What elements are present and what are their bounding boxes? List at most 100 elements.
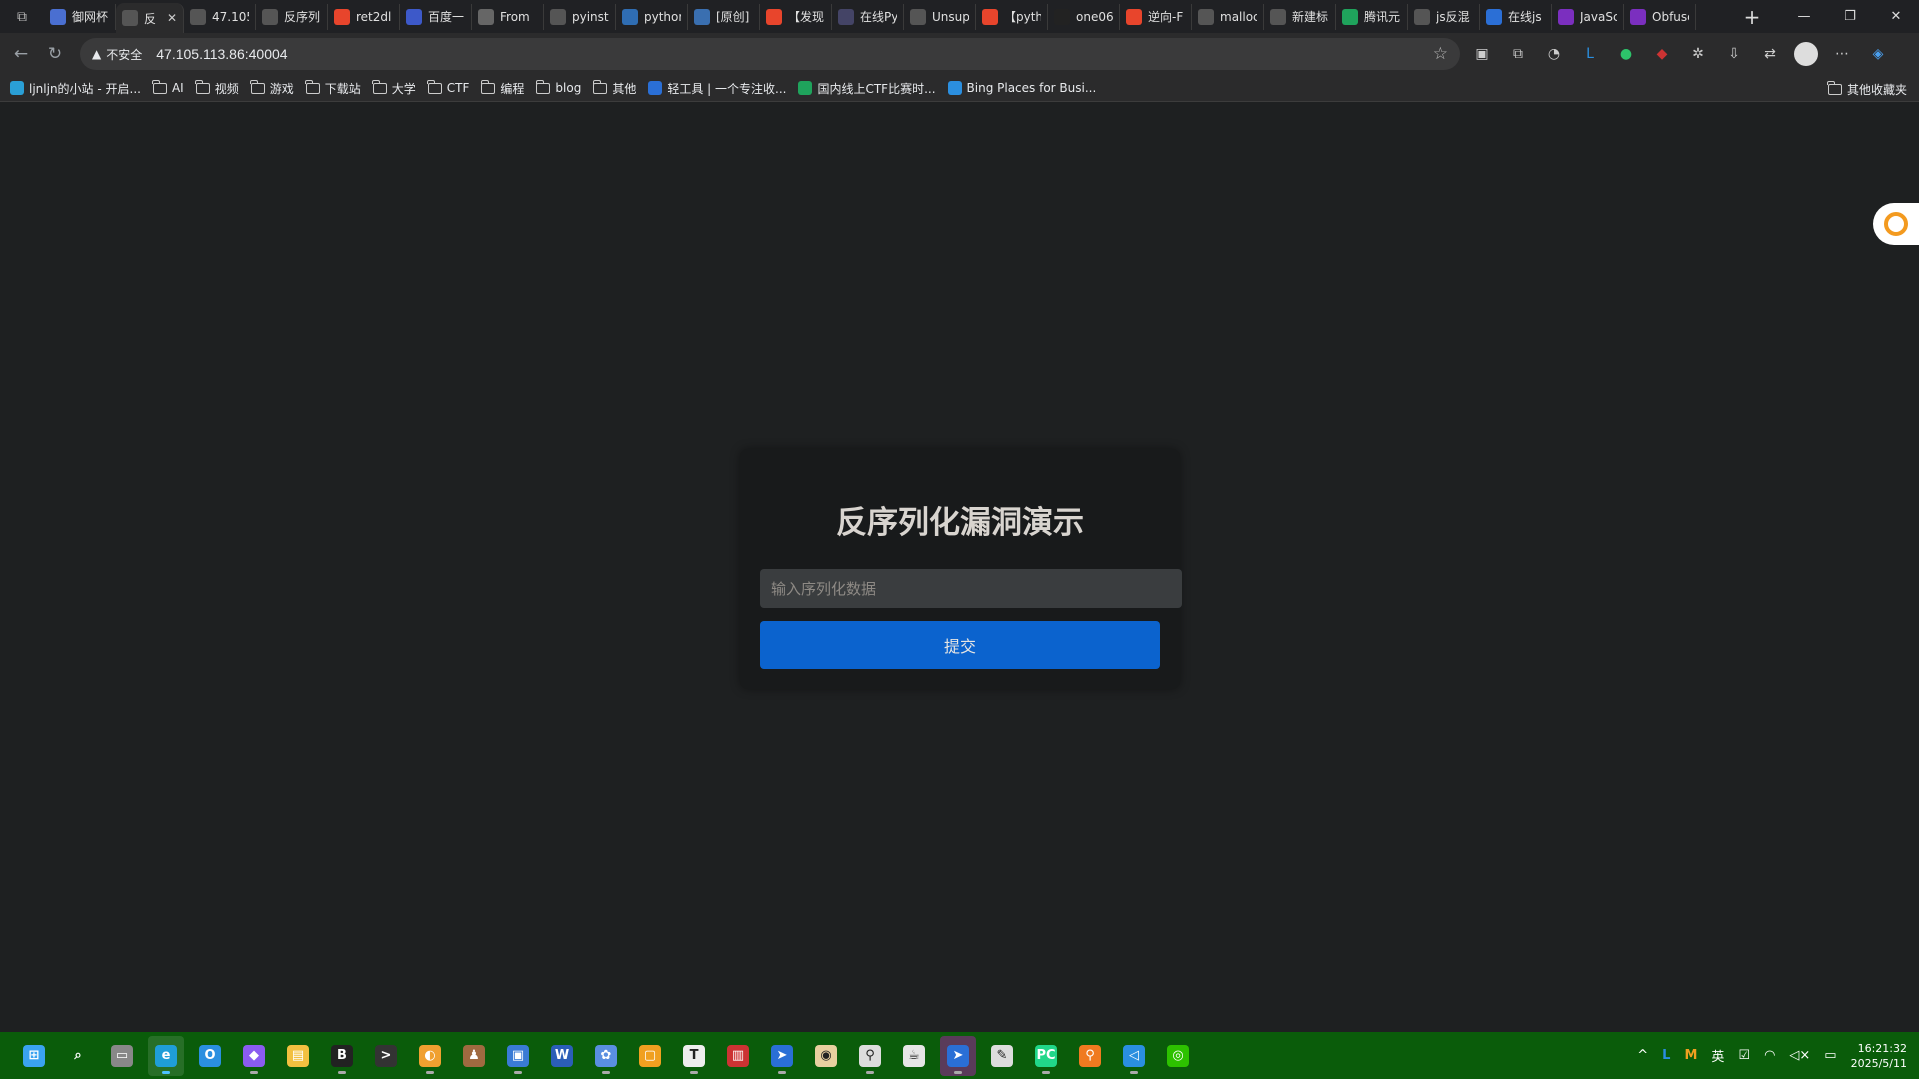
taskbar-app[interactable]: ◐ [412,1036,448,1076]
submit-button[interactable]: 提交 [760,621,1160,669]
battery-icon[interactable]: ▭ [1824,1048,1836,1063]
browser-tab[interactable]: Unsup [904,3,976,30]
bookmark-link[interactable]: 轻工具 | 一个专注收... [648,80,786,97]
bookmark-folder[interactable]: blog [535,79,581,95]
taskbar-app[interactable]: O [192,1036,228,1076]
url-text[interactable]: 47.105.113.86:40004 [156,46,287,62]
browser-tab[interactable]: js反混 [1408,3,1480,30]
extensions-puzzle-icon[interactable]: ✲ [1684,40,1712,68]
browser-tab[interactable]: JavaSc [1552,3,1624,30]
browser-tab[interactable]: 【pyth [976,3,1048,30]
taskbar-app[interactable]: e [148,1035,184,1076]
browser-tab[interactable]: one06 [1048,3,1120,30]
more-menu-icon[interactable]: ⋯ [1828,40,1856,68]
bookmark-folder[interactable]: CTF [427,79,469,95]
taskbar-app[interactable]: ⊞ [16,1036,52,1076]
bookmark-folder[interactable]: 下载站 [305,79,361,97]
browser-tab[interactable]: 反序列 [256,3,328,30]
bookmark-folder[interactable]: 其他 [592,79,636,97]
taskbar-app[interactable]: ➤ [940,1035,976,1076]
taskbar-app[interactable]: ◆ [236,1036,272,1076]
tray-l-icon[interactable]: L [1662,1048,1670,1063]
bookmark-star-icon[interactable]: ☆ [1433,44,1448,64]
taskbar-app[interactable]: ▢ [632,1036,668,1076]
taskbar-app[interactable]: ▭ [104,1036,140,1076]
bookmark-folder[interactable]: 大学 [372,79,416,97]
taskbar-app[interactable]: W [544,1036,580,1076]
reload-button[interactable]: ↻ [38,37,72,71]
taskbar-app[interactable]: ⚲ [852,1036,888,1076]
taskbar-app[interactable]: ✿ [588,1036,624,1076]
floating-sidebar-button[interactable] [1873,203,1919,245]
workspaces-icon[interactable]: ⧉ [0,0,44,33]
wifi-icon[interactable]: ◠ [1764,1048,1775,1063]
extension-glasses-icon[interactable]: ◔ [1540,40,1568,68]
browser-tab[interactable]: 【发现 [760,3,832,30]
ime-indicator[interactable]: 英 [1711,1046,1724,1065]
browser-tab[interactable]: 百度一 [400,3,472,30]
extension-green-icon[interactable]: ● [1612,40,1640,68]
bookmark-folder[interactable]: 视频 [195,79,239,97]
reader-icon[interactable]: ▣ [1468,40,1496,68]
taskbar-app[interactable]: ✎ [984,1036,1020,1076]
close-tab-icon[interactable]: ✕ [167,11,177,25]
ublock-icon[interactable]: ◆ [1648,40,1676,68]
share-icon[interactable]: ⇄ [1756,40,1784,68]
bookmark-folder[interactable]: 编程 [480,79,524,97]
bookmark-link[interactable]: 国内线上CTF比赛时... [798,80,936,97]
browser-tab[interactable]: ret2dl [328,3,400,30]
serialized-data-input[interactable] [760,569,1182,608]
browser-tab[interactable]: pyinst [544,3,616,30]
collections-icon[interactable]: ⧉ [1504,40,1532,68]
taskbar-app[interactable]: ⌕ [60,1036,96,1076]
taskbar-app[interactable]: ⚲ [1072,1036,1108,1076]
taskbar-app[interactable]: ➤ [764,1036,800,1076]
browser-tab[interactable]: From [472,3,544,30]
tray-m-icon[interactable]: M [1684,1048,1697,1063]
browser-tab[interactable]: pythor [616,3,688,30]
tray-check-icon[interactable]: ☑ [1738,1048,1750,1063]
taskbar-app[interactable]: T [676,1036,712,1076]
taskbar-app[interactable]: ◉ [808,1036,844,1076]
new-tab-button[interactable]: + [1734,3,1770,31]
taskbar-app[interactable]: ▣ [500,1036,536,1076]
browser-tab[interactable]: Obfusc [1624,3,1696,30]
browser-tab[interactable]: 47.105 [184,3,256,30]
browser-tab[interactable]: 在线js [1480,3,1552,30]
browser-tab[interactable]: 逆向-F [1120,3,1192,30]
browser-tab[interactable]: [原创] [688,3,760,30]
other-bookmarks-folder[interactable]: 其他收藏夹 [1827,81,1907,98]
taskbar-app[interactable]: ▤ [280,1036,316,1076]
bookmark-folder[interactable]: AI [152,79,184,95]
taskbar-app[interactable]: ◁ [1116,1036,1152,1076]
browser-tab[interactable]: 御网杯 [44,3,116,30]
bookmark-link[interactable]: Bing Places for Busi... [947,81,1096,95]
address-bar[interactable]: ▲ 不安全 47.105.113.86:40004 ☆ [80,38,1460,70]
browser-tab[interactable]: 新建标 [1264,3,1336,30]
bookmark-folder[interactable]: 游戏 [250,79,294,97]
profile-avatar[interactable] [1792,40,1820,68]
taskbar-app[interactable]: ☕ [896,1036,932,1076]
clock[interactable]: 16:21:32 2025/5/11 [1851,1041,1907,1071]
taskbar-app[interactable]: ◎ [1160,1036,1196,1076]
taskbar-app[interactable]: > [368,1036,404,1076]
browser-tab[interactable]: 腾讯元 [1336,3,1408,30]
volume-muted-icon[interactable]: ◁× [1789,1048,1810,1063]
bookmark-link[interactable]: ljnljn的小站 - 开启... [10,80,141,97]
restore-button[interactable]: ❐ [1827,0,1873,33]
browser-tab[interactable]: malloc [1192,3,1264,30]
back-button[interactable]: ← [4,37,38,71]
not-secure-indicator[interactable]: ▲ 不安全 [92,46,142,63]
extension-l-icon[interactable]: L [1576,40,1604,68]
downloads-icon[interactable]: ⇩ [1720,40,1748,68]
taskbar-app[interactable]: B [324,1036,360,1076]
show-hidden-icons-icon[interactable]: ^ [1637,1048,1648,1063]
taskbar-app[interactable]: ♟ [456,1036,492,1076]
close-window-button[interactable]: ✕ [1873,0,1919,33]
taskbar-app[interactable]: PC [1028,1036,1064,1076]
copilot-icon[interactable]: ◈ [1864,40,1892,68]
browser-tab[interactable]: 在线Py [832,3,904,30]
browser-tab[interactable]: 反 ✕ [116,3,184,33]
taskbar-app[interactable]: ▥ [720,1036,756,1076]
minimize-button[interactable]: — [1781,0,1827,33]
